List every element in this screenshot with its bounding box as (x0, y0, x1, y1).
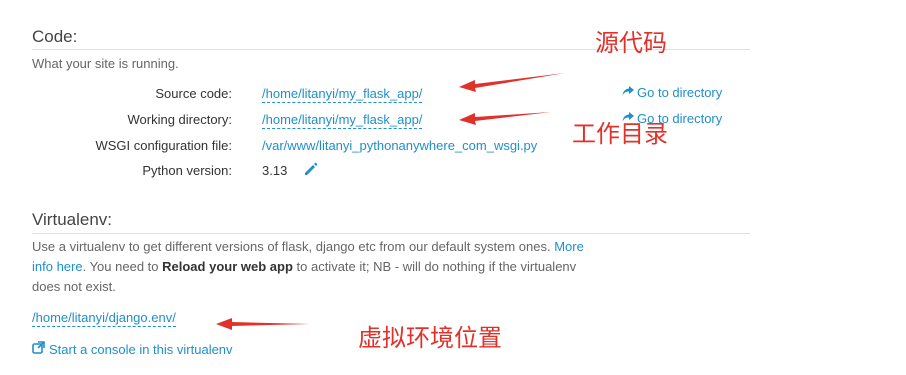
working-directory-label: Working directory: (127, 112, 232, 127)
start-console-link[interactable]: Start a console in this virtualenv (32, 341, 233, 357)
python-version-value: 3.13 (262, 163, 288, 178)
virtualenv-section-divider (32, 233, 750, 234)
working-directory-path-link[interactable]: /home/litanyi/my_flask_app/ (262, 112, 423, 129)
code-section-title: Code: (32, 27, 78, 46)
external-link-icon (32, 341, 45, 357)
python-version-label: Python version: (142, 163, 232, 178)
virtualenv-desc-text: . You need to (82, 259, 159, 274)
virtualenv-path-link[interactable]: /home/litanyi/django.env/ (32, 310, 176, 327)
wsgi-config-label: WSGI configuration file: (95, 138, 232, 153)
source-code-label: Source code: (155, 86, 232, 101)
wsgi-config-file-link[interactable]: /var/www/litanyi_pythonanywhere_com_wsgi… (262, 138, 537, 153)
source-go-to-directory-link[interactable]: Go to directory (621, 85, 722, 100)
pencil-edit-icon[interactable] (303, 161, 319, 182)
start-console-label: Start a console in this virtualenv (49, 341, 233, 357)
virtualenv-desc-text: Use a virtualenv to get different versio… (32, 239, 551, 254)
share-arrow-icon (621, 85, 635, 100)
annotation-working-directory: 工作目录 (572, 120, 668, 148)
virtualenv-description: Use a virtualenv to get different versio… (32, 237, 592, 297)
code-section-subtitle: What your site is running. (32, 56, 179, 71)
go-to-directory-label: Go to directory (637, 85, 723, 100)
annotation-source-code: 源代码 (595, 29, 667, 57)
annotation-virtualenv-location: 虚拟环境位置 (358, 324, 502, 352)
reload-web-app-text: Reload your web app (162, 259, 293, 274)
annotation-arrow-venv (216, 318, 310, 330)
source-code-path-link[interactable]: /home/litanyi/my_flask_app/ (262, 86, 423, 103)
virtualenv-section-title: Virtualenv: (32, 210, 113, 229)
annotation-arrows (459, 73, 565, 125)
